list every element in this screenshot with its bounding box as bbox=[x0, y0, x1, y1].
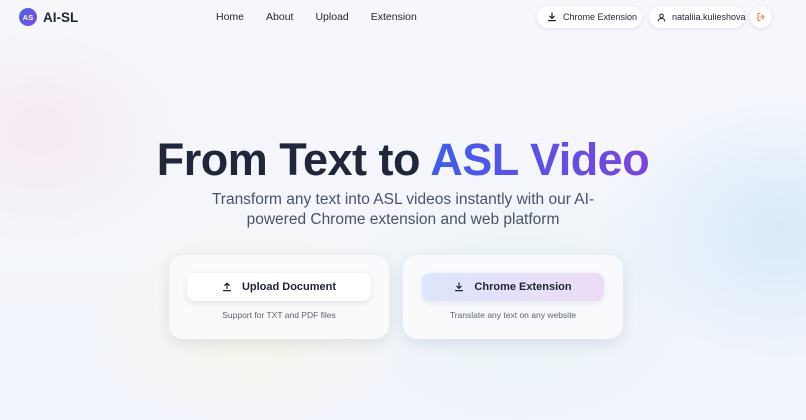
chrome-extension-header-button[interactable]: Chrome Extension bbox=[537, 6, 642, 28]
user-icon bbox=[657, 13, 666, 22]
chrome-extension-card-button[interactable]: Chrome Extension bbox=[422, 273, 604, 301]
chrome-extension-card-label: Chrome Extension bbox=[474, 281, 572, 293]
download-icon bbox=[454, 282, 464, 292]
upload-icon bbox=[222, 282, 232, 292]
upload-card: Upload Document Support for TXT and PDF … bbox=[169, 255, 389, 339]
logo-text: AI-SL bbox=[43, 9, 79, 25]
nav-extension[interactable]: Extension bbox=[371, 11, 417, 23]
upload-document-label: Upload Document bbox=[241, 281, 337, 293]
main-nav: Home About Upload Extension bbox=[216, 11, 439, 23]
logo[interactable]: AS AI-SL bbox=[19, 8, 78, 26]
chrome-extension-header-label: Chrome Extension bbox=[563, 12, 638, 22]
extension-card: Chrome Extension Translate any text on a… bbox=[403, 255, 623, 339]
top-header: AS AI-SL Home About Upload Extension Chr… bbox=[0, 0, 806, 34]
logout-button[interactable] bbox=[750, 6, 772, 28]
hero-title-accent: ASL Video bbox=[430, 134, 650, 185]
upload-card-note: Support for TXT and PDF files bbox=[222, 310, 336, 320]
logo-badge: AS bbox=[19, 8, 37, 26]
nav-home[interactable]: Home bbox=[216, 11, 244, 23]
page: AS AI-SL Home About Upload Extension Chr… bbox=[0, 0, 806, 420]
upload-document-button[interactable]: Upload Document bbox=[187, 273, 371, 301]
logout-icon bbox=[756, 12, 766, 22]
hero-subtitle: Transform any text into ASL videos insta… bbox=[211, 191, 595, 228]
extension-card-note: Translate any text on any website bbox=[449, 310, 577, 320]
hero-title: From Text to ASL Video bbox=[0, 134, 806, 186]
nav-upload[interactable]: Upload bbox=[315, 11, 348, 23]
download-icon bbox=[547, 12, 557, 22]
user-menu-button[interactable]: nataliia.kulieshova bbox=[649, 6, 746, 28]
username-label: nataliia.kulieshova bbox=[672, 12, 746, 22]
nav-about[interactable]: About bbox=[266, 11, 293, 23]
hero-title-plain: From Text to bbox=[156, 134, 431, 185]
